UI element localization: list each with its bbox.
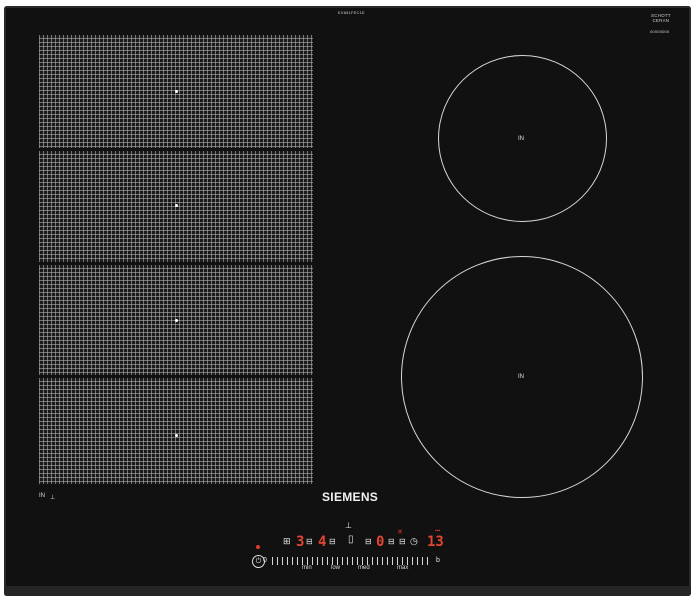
zone-select-button[interactable]: ⊟ xyxy=(399,538,406,546)
zone-select-button[interactable]: ⊟ xyxy=(329,538,336,546)
zone-indicator-icon[interactable]: ▯ xyxy=(348,535,354,545)
glass-brand-label: SCHOTT CERAN xyxy=(651,13,671,23)
timer-display: 13 xyxy=(427,534,444,550)
zone-center-dot xyxy=(175,434,178,437)
boost-button[interactable]: b xyxy=(436,557,440,564)
burner-lower-right-label: IN xyxy=(518,374,524,380)
model-code: EX651FEC1E xyxy=(338,10,365,15)
slider-label-low: low xyxy=(331,565,341,571)
flex-zone-label: IN xyxy=(39,493,45,499)
zone-select-icon[interactable]: ⊥ xyxy=(345,522,352,530)
zone-center-dot xyxy=(175,90,178,93)
cooktop-front-edge xyxy=(4,586,691,596)
brand-logo: SIEMENS xyxy=(322,490,379,504)
zone-center-dot xyxy=(175,319,178,322)
flex-zone-icon: ⊥ xyxy=(50,495,56,501)
zone-display-mid: 4 xyxy=(318,534,327,550)
power-indicator-led xyxy=(256,545,260,549)
zone-select-button[interactable]: ⊟ xyxy=(306,538,313,546)
clock-icon[interactable]: ◷ xyxy=(410,537,418,546)
slider-label-med: med xyxy=(358,565,370,571)
slider-zero-label: 0 xyxy=(263,557,267,564)
burner-upper-right-label: IN xyxy=(518,136,524,142)
zone-display-left: 3 xyxy=(296,534,305,550)
zone-display-center: 0 xyxy=(376,534,385,550)
slider-label-max: max xyxy=(397,565,409,571)
power-slider[interactable] xyxy=(272,557,432,565)
zone-select-button[interactable]: ⊟ xyxy=(388,538,395,546)
zone-center-dot xyxy=(175,204,178,207)
flex-zone-4 xyxy=(39,378,313,484)
serial-label: 00000000 xyxy=(650,29,670,34)
pan-detect-icon: ✕ xyxy=(397,529,403,536)
flex-mode-icon[interactable]: ⊞ xyxy=(283,537,291,546)
slider-label-min: min xyxy=(302,565,312,571)
zone-select-button[interactable]: ⊟ xyxy=(365,538,372,546)
